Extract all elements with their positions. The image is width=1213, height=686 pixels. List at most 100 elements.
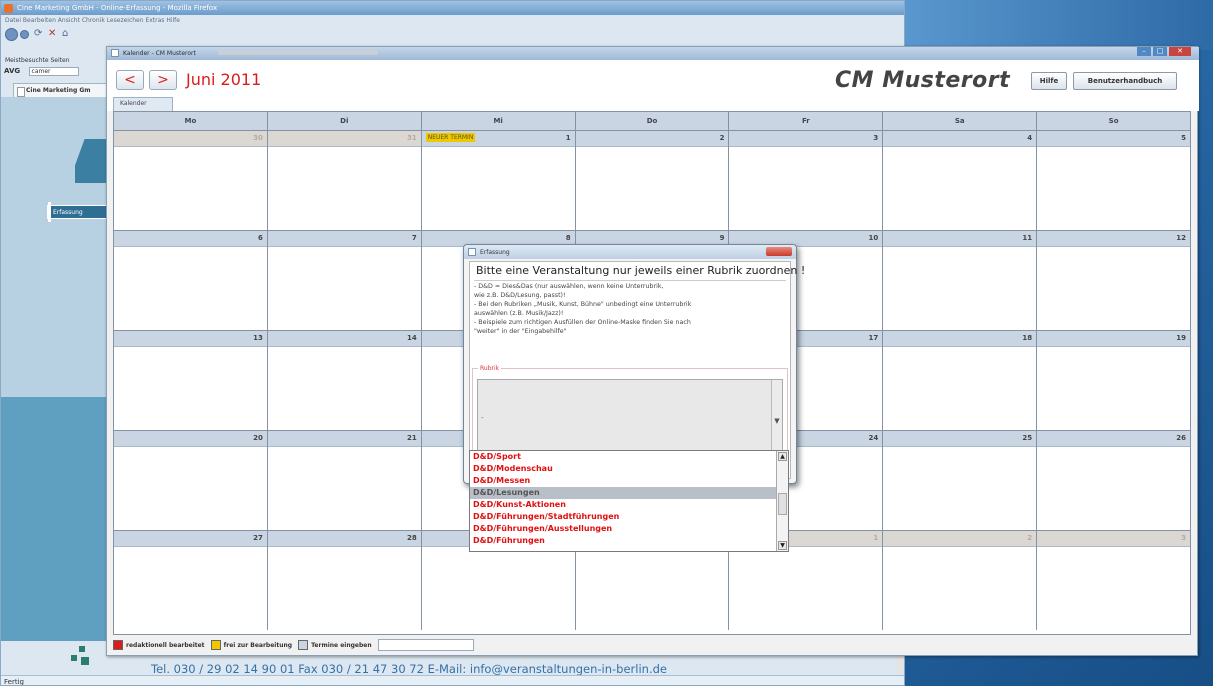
tab-kalender[interactable]: Kalender [113,97,173,111]
day-cell[interactable]: 1 NEUER TERMIN [421,131,576,230]
brand-title: CM Musterort [835,68,1011,93]
rubrik-combobox[interactable]: - ▼ [477,379,783,461]
day-number: 31 [267,131,421,147]
weekday-mi: Mi [422,112,576,130]
day-cell[interactable]: 25 [883,431,1038,530]
day-cell[interactable]: 12 [1037,231,1191,330]
help-button[interactable]: Hilfe [1031,72,1067,90]
bookmark-most-visited[interactable]: Meistbesuchte Seiten [5,57,70,64]
blurred-url [217,50,378,55]
day-cell[interactable]: 2 [575,131,730,230]
day-cell[interactable]: 13 [114,331,268,430]
rubrik-option[interactable]: D&D/Kunst-Aktionen [470,499,788,511]
avg-toolbar: AVG camer [4,67,79,76]
footer-contact: Tel. 030 / 29 02 14 90 01 Fax 030 / 21 4… [151,662,667,676]
dialog-title-bar: Erfassung [464,245,796,259]
minimize-icon[interactable]: – [1137,47,1151,56]
weekday-fr: Fr [729,112,884,130]
day-cell[interactable]: 31 [267,131,422,230]
day-cell[interactable]: 3 [1037,531,1191,630]
rubrik-option[interactable]: D&D/Messen [470,475,788,487]
day-cell[interactable]: 21 [267,431,422,530]
dialog-close-icon[interactable] [766,247,792,256]
day-number: 14 [267,331,421,347]
prev-month-button[interactable]: < [116,70,144,90]
scroll-down-icon[interactable]: ▼ [778,541,787,550]
calendar-window-title: Kalender - CM Musterort [123,50,196,57]
day-number: 6 [114,231,267,247]
new-event-badge[interactable]: NEUER TERMIN [425,133,476,142]
status-bar: Fertig [1,675,904,685]
rubrik-option[interactable]: D&D/Sport [470,451,788,463]
browser-title-bar: Cine Marketing GmbH - Online-Erfassung -… [1,1,904,15]
month-title: Juni 2011 [186,70,262,89]
weekday-header: Mo Di Mi Do Fr Sa So [114,112,1190,130]
day-cell[interactable]: 28 [267,531,422,630]
calendar-tabs: Kalender [107,94,1199,111]
day-number: 21 [267,431,421,447]
day-number: 13 [114,331,267,347]
day-cell[interactable]: 5 [1037,131,1191,230]
day-cell[interactable]: 19 [1037,331,1191,430]
day-cell[interactable]: 26 [1037,431,1191,530]
scroll-thumb[interactable] [778,493,787,515]
legend-red-swatch [113,640,123,650]
back-icon[interactable] [5,28,18,41]
day-cell[interactable]: 14 [267,331,422,430]
footer-logo-icon [67,646,97,670]
legend: redaktionell bearbeitet frei zur Bearbei… [113,639,478,653]
legend-blue-swatch [298,640,309,650]
weekday-di: Di [268,112,422,130]
dropdown-scrollbar[interactable]: ▲ ▼ [776,451,788,551]
rubrik-option[interactable]: D&D/Führungen/Ausstellungen [470,523,788,535]
week-row: 30 31 1 NEUER TERMIN 2 3 4 5 [114,130,1191,230]
day-cell[interactable]: 6 [114,231,268,330]
erfassung-button[interactable]: Erfassung [47,202,107,222]
home-icon[interactable]: ⌂ [62,28,68,39]
day-cell[interactable]: 30 [114,131,268,230]
browser-tab[interactable]: Cine Marketing Gm [13,83,111,97]
forward-icon[interactable] [20,30,29,39]
rubrik-option[interactable]: D&D/Lesungen [470,487,788,499]
day-cell[interactable]: 27 [114,531,268,630]
day-number: 25 [883,431,1037,447]
rubrik-option[interactable]: D&D/Führungen [470,535,788,547]
day-number: 12 [1037,231,1191,247]
rubrik-option[interactable]: D&D/Modenschau [470,463,788,475]
day-cell[interactable]: 3 [729,131,884,230]
day-cell[interactable]: 20 [114,431,268,530]
weekday-do: Do [576,112,730,130]
avg-logo: AVG [4,67,21,75]
legend-blue-label: Termine eingeben [311,641,372,649]
close-icon[interactable]: ✕ [1169,47,1191,56]
rubrik-option[interactable]: D&D/Führungen/Stadtführungen [470,511,788,523]
java-icon [111,49,119,57]
day-cell[interactable]: 2 [883,531,1038,630]
window-controls: – □ ✕ [1135,47,1191,58]
java-icon [468,248,476,256]
reload-icon[interactable]: ⟳ [34,28,42,39]
weekday-sa: Sa [883,112,1038,130]
day-number: 18 [883,331,1037,347]
day-cell[interactable]: 11 [883,231,1038,330]
next-month-button[interactable]: > [149,70,177,90]
rubrik-label: Rubrik [478,365,502,372]
dialog-title: Erfassung [480,249,510,256]
chevron-down-icon[interactable]: ▼ [771,380,782,460]
maximize-icon[interactable]: □ [1153,47,1167,56]
stop-icon[interactable]: ✕ [48,28,56,39]
day-cell[interactable]: 7 [267,231,422,330]
avg-search-input[interactable]: camer [28,67,79,76]
firefox-icon [4,4,13,13]
day-number: 7 [267,231,421,247]
manual-button[interactable]: Benutzerhandbuch [1073,72,1177,90]
day-number: 11 [883,231,1037,247]
calendar-title-bar: Kalender - CM Musterort – □ ✕ [107,47,1199,60]
day-cell[interactable]: 18 [883,331,1038,430]
browser-menu-bar[interactable]: Datei Bearbeiten Ansicht Chronik Lesezei… [1,15,904,26]
scroll-up-icon[interactable]: ▲ [778,452,787,461]
day-cell[interactable]: 4 [883,131,1038,230]
legend-yellow-label: frei zur Bearbeitung [223,641,293,649]
day-number: 3 [1037,531,1191,547]
legend-input[interactable] [377,639,474,651]
